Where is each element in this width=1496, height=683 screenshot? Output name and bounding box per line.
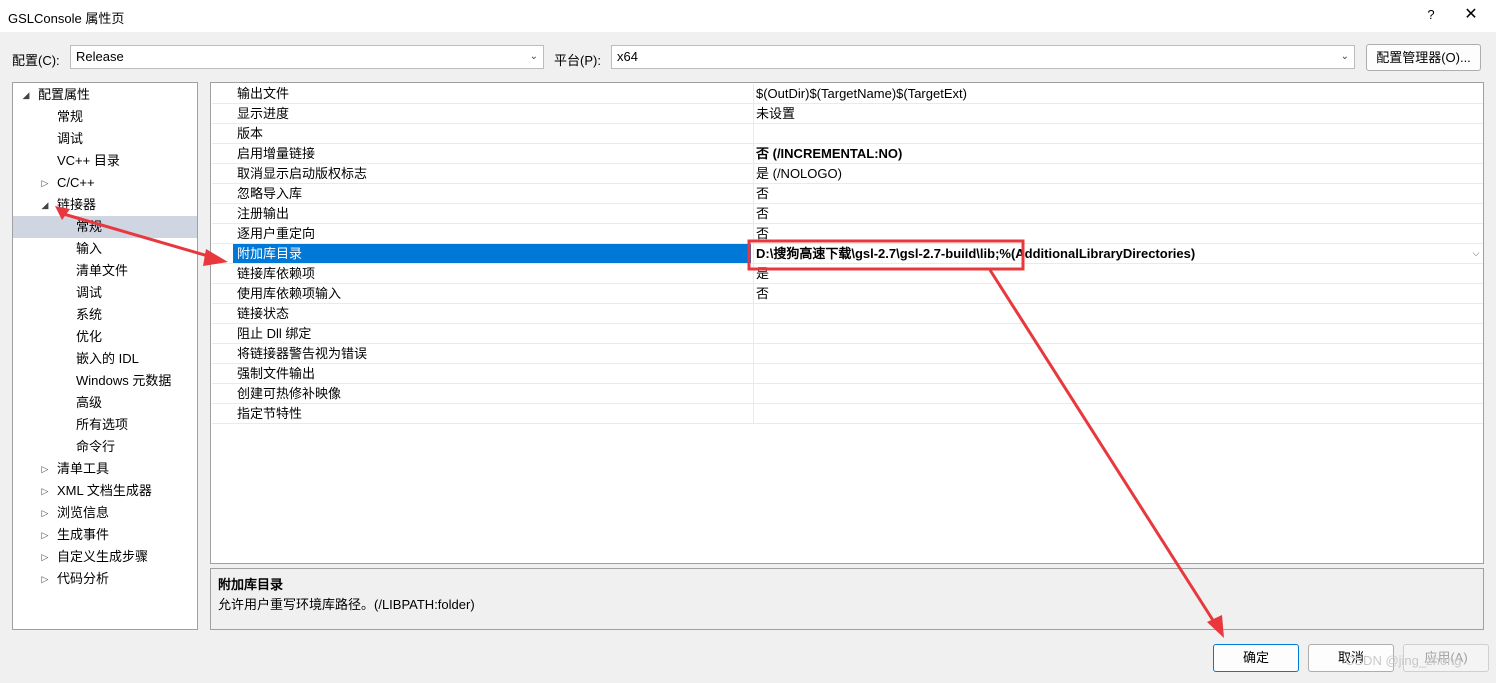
- annotation-arrow-line: [59, 211, 216, 260]
- highlight-box: [747, 239, 1025, 271]
- annotation-arrowhead: [203, 249, 228, 266]
- annotation-arrowhead: [1207, 615, 1224, 638]
- annotation-arrow-line: [988, 269, 1218, 626]
- annotation-overlay: [55, 206, 1224, 638]
- annotation-arrow-tail: [55, 206, 70, 220]
